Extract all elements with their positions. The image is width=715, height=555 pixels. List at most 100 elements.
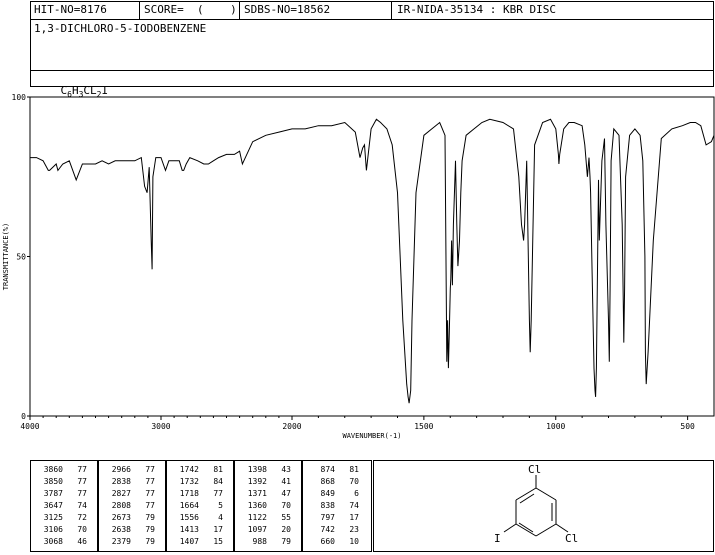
peak-transmittance: 74 xyxy=(77,501,87,510)
peak-transmittance: 55 xyxy=(281,513,291,522)
peak-transmittance: 77 xyxy=(145,489,155,498)
peak-transmittance: 74 xyxy=(349,501,359,510)
ir-id: IR-NIDA-35134 : KBR DISC xyxy=(397,3,556,16)
peak-wavenumber: 2379 xyxy=(111,537,131,546)
peak-wavenumber: 2673 xyxy=(111,513,131,522)
peak-transmittance: 72 xyxy=(77,513,87,522)
peak-table-column: 1742 81 1732 84 1718 77 1664 5 1556 4 1413 17 1407 15 xyxy=(166,460,234,552)
y-axis-label: TRANSMITTANCE(%) xyxy=(2,223,10,290)
x-tick-label: 500 xyxy=(680,422,695,431)
score: SCORE= ( ) xyxy=(144,3,237,16)
peak-wavenumber: 1097 xyxy=(247,525,267,534)
peak-wavenumber: 1732 xyxy=(179,477,199,486)
header-rule xyxy=(31,70,713,71)
header-divider xyxy=(239,2,240,19)
compound-name: 1,3-DICHLORO-5-IODOBENZENE xyxy=(34,22,207,35)
peak-transmittance: 10 xyxy=(349,537,359,546)
chlorine-label: Cl xyxy=(565,532,578,545)
y-tick-label: 50 xyxy=(16,253,26,262)
ir-spectrum-chart: 4000 3000 2000 1500 1000 500 0 50 100 WAVENUMBER(… xyxy=(2,93,715,440)
sdbs-no: SDBS-NO=18562 xyxy=(244,3,331,16)
peak-wavenumber: 3068 xyxy=(43,537,63,546)
peak-transmittance: 81 xyxy=(349,465,359,474)
peak-wavenumber: 874 xyxy=(320,465,335,474)
peak-table-column: 3860 77 3850 77 3787 77 3647 74 3125 72 3106 70 3068… xyxy=(30,460,98,552)
peak-transmittance: 79 xyxy=(145,513,155,522)
peak-transmittance: 17 xyxy=(213,525,223,534)
x-tick-label: 4000 xyxy=(20,422,39,431)
chart-axes xyxy=(29,96,715,417)
x-tick-label: 1500 xyxy=(414,422,433,431)
plot-frame xyxy=(29,96,715,417)
iodine-label: I xyxy=(494,532,501,545)
peak-transmittance: 70 xyxy=(349,477,359,486)
x-tick-label: 1000 xyxy=(546,422,565,431)
peak-wavenumber: 1664 xyxy=(179,501,199,510)
peak-wavenumber: 2638 xyxy=(111,525,131,534)
peak-transmittance: 46 xyxy=(77,537,87,546)
y-tick-label: 100 xyxy=(12,93,27,102)
peak-transmittance: 43 xyxy=(281,465,291,474)
peak-wavenumber: 3850 xyxy=(43,477,63,486)
peak-wavenumber: 1407 xyxy=(179,537,199,546)
spectrum-line xyxy=(30,118,715,404)
peak-wavenumber: 1122 xyxy=(247,513,267,522)
benzene-ring xyxy=(503,475,569,537)
peak-transmittance: 4 xyxy=(218,513,223,522)
peak-wavenumber: 838 xyxy=(320,501,335,510)
peak-wavenumber: 1742 xyxy=(179,465,199,474)
x-tick-label: 2000 xyxy=(282,422,301,431)
peak-wavenumber: 1556 xyxy=(179,513,199,522)
peak-wavenumber: 868 xyxy=(320,477,335,486)
peak-wavenumber: 849 xyxy=(320,489,335,498)
peak-wavenumber: 1413 xyxy=(179,525,199,534)
peak-wavenumber: 660 xyxy=(320,537,335,546)
peak-transmittance: 77 xyxy=(145,465,155,474)
peak-table-column: 874 81 868 70 849 6 838 74 797 17 742 23 660 10 xyxy=(302,460,372,552)
peak-wavenumber: 1371 xyxy=(247,489,267,498)
peak-wavenumber: 797 xyxy=(320,513,335,522)
peak-transmittance: 79 xyxy=(281,537,291,546)
peak-wavenumber: 2838 xyxy=(111,477,131,486)
peak-transmittance: 77 xyxy=(145,477,155,486)
peak-transmittance: 70 xyxy=(77,525,87,534)
y-tick-label: 0 xyxy=(21,412,26,421)
structure-panel: Cl I Cl xyxy=(373,460,714,552)
peak-transmittance: 77 xyxy=(145,501,155,510)
x-tick-label: 3000 xyxy=(151,422,170,431)
peak-wavenumber: 742 xyxy=(320,525,335,534)
peak-transmittance: 70 xyxy=(281,501,291,510)
peak-transmittance: 41 xyxy=(281,477,291,486)
header-divider xyxy=(391,2,392,19)
peak-wavenumber: 3787 xyxy=(43,489,63,498)
peak-transmittance: 5 xyxy=(218,501,223,510)
chlorine-label: Cl xyxy=(528,463,541,476)
peak-wavenumber: 1718 xyxy=(179,489,199,498)
peak-transmittance: 79 xyxy=(145,537,155,546)
peak-transmittance: 79 xyxy=(145,525,155,534)
hit-no: HIT-NO=8176 xyxy=(34,3,107,16)
peak-wavenumber: 3125 xyxy=(43,513,63,522)
peak-transmittance: 84 xyxy=(213,477,223,486)
peak-wavenumber: 1392 xyxy=(247,477,267,486)
x-axis-label: WAVENUMBER(-1) xyxy=(342,432,401,440)
peak-transmittance: 77 xyxy=(77,477,87,486)
peak-wavenumber: 3106 xyxy=(43,525,63,534)
peak-wavenumber: 1360 xyxy=(247,501,267,510)
peak-wavenumber: 2966 xyxy=(111,465,131,474)
peak-transmittance: 47 xyxy=(281,489,291,498)
chart-ticks: 4000 3000 2000 1500 1000 500 0 50 100 WAVENUMBER(… xyxy=(2,93,695,440)
peak-transmittance: 23 xyxy=(349,525,359,534)
peak-transmittance: 17 xyxy=(349,513,359,522)
peak-transmittance: 77 xyxy=(213,489,223,498)
header-divider xyxy=(139,2,140,19)
peak-transmittance: 77 xyxy=(77,465,87,474)
peak-wavenumber: 2808 xyxy=(111,501,131,510)
peak-transmittance: 77 xyxy=(77,489,87,498)
spectrum-header: HIT-NO=8176 SCORE= ( ) SDBS-NO=18562 IR-… xyxy=(30,1,714,99)
peak-wavenumber: 2827 xyxy=(111,489,131,498)
peak-wavenumber: 3860 xyxy=(43,465,63,474)
peak-table-column: 1398 43 1392 41 1371 47 1360 70 1122 55 1097 20 988 7… xyxy=(234,460,302,552)
molecule-structure: Cl I Cl xyxy=(494,463,578,545)
peak-transmittance: 20 xyxy=(281,525,291,534)
